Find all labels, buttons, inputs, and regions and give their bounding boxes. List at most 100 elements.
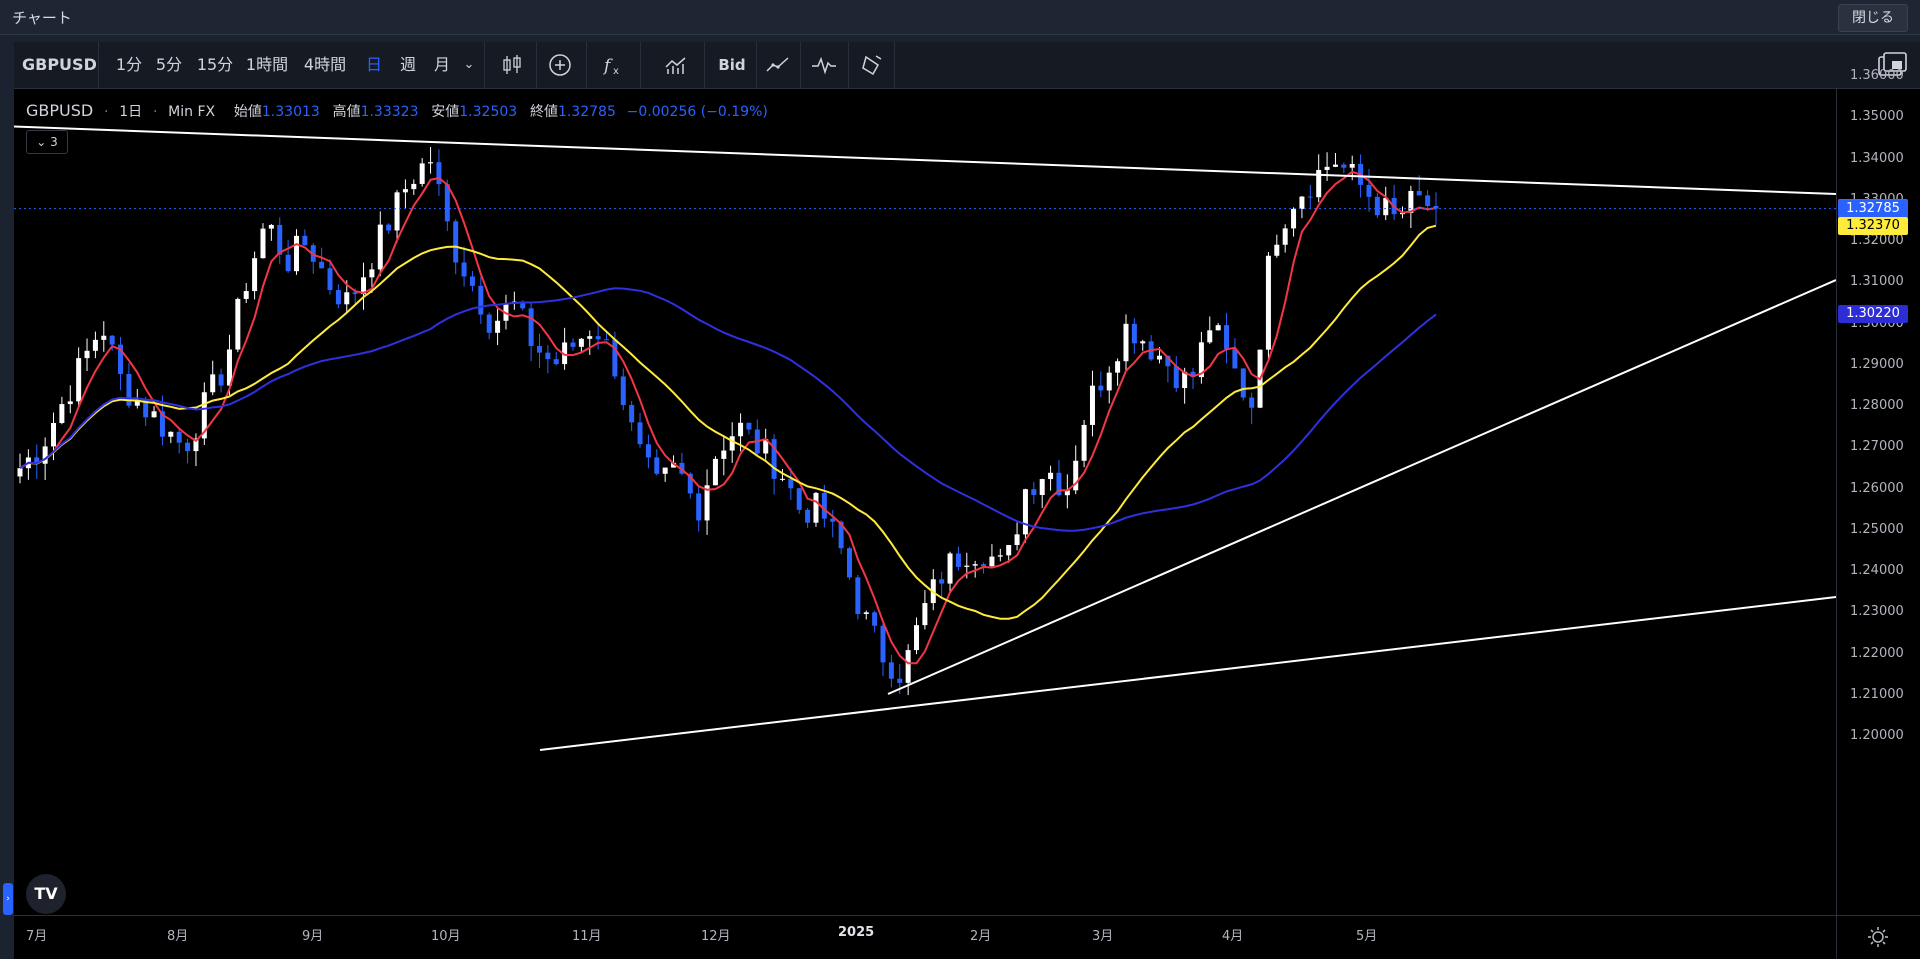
- candle-body: [51, 423, 57, 447]
- interval-1d[interactable]: 日: [362, 42, 386, 88]
- candle-body: [964, 565, 970, 567]
- bid-ask-button[interactable]: Bid: [712, 42, 752, 88]
- candle-body: [176, 431, 182, 443]
- symbol-button[interactable]: GBPUSD: [22, 42, 97, 88]
- interval-1M[interactable]: 月: [430, 42, 454, 88]
- price-tick: 1.29000: [1850, 356, 1904, 372]
- candle-body: [1115, 361, 1121, 373]
- interval-4h[interactable]: 4時間: [300, 42, 350, 88]
- time-tick: 7月: [26, 929, 48, 944]
- candle-body: [1106, 372, 1112, 391]
- time-tick: 11月: [572, 929, 602, 944]
- price-tick: 1.34000: [1850, 150, 1904, 166]
- candle-body: [17, 468, 23, 477]
- time-tick: 12月: [701, 929, 731, 944]
- candle-body: [1366, 184, 1372, 197]
- legend-close-label: 終値: [529, 104, 558, 120]
- legend-high-label: 高値: [332, 104, 361, 120]
- candle-body: [914, 625, 920, 651]
- candle-body: [872, 612, 878, 626]
- candle-body: [319, 261, 325, 269]
- time-tick: 8月: [167, 929, 189, 944]
- candle-body: [587, 336, 593, 339]
- candle-body: [1349, 164, 1355, 168]
- price-label: 1.30220: [1838, 305, 1908, 324]
- window-titlebar: チャート 閉じる: [0, 0, 1920, 35]
- interval-1m[interactable]: 1分: [112, 42, 146, 88]
- toolbar-divider: [484, 42, 485, 88]
- candle-body: [955, 553, 961, 567]
- chart-pane[interactable]: [14, 89, 1836, 915]
- candle-body: [905, 650, 911, 683]
- toolbar-divider: [640, 42, 641, 88]
- candle-body: [1332, 164, 1338, 167]
- candle-body: [218, 374, 224, 386]
- candle-body: [662, 467, 668, 474]
- candle-body: [1224, 325, 1230, 350]
- candle-body: [436, 162, 442, 185]
- window-title: チャート: [12, 9, 72, 27]
- price-tick: 1.28000: [1850, 398, 1904, 413]
- interval-5m[interactable]: 5分: [152, 42, 186, 88]
- close-button[interactable]: 閉じる: [1838, 4, 1908, 32]
- candle-body: [377, 224, 383, 270]
- candle-body: [243, 291, 249, 299]
- templates-icon[interactable]: [662, 51, 690, 79]
- legend-change: −0.00256 (−0.19%): [626, 104, 768, 120]
- candle-body: [67, 401, 73, 405]
- indicator-count: 3: [50, 135, 58, 149]
- interval-1w[interactable]: 週: [396, 42, 420, 88]
- candle-body: [84, 350, 90, 359]
- add-compare-icon[interactable]: [546, 51, 574, 79]
- svg-text:f: f: [602, 56, 613, 76]
- legend-dot: ·: [104, 104, 109, 120]
- toolbar-divider: [756, 42, 757, 88]
- time-tick: 4月: [1222, 929, 1244, 944]
- candle-body: [185, 442, 191, 452]
- candle-body: [469, 276, 475, 286]
- legend-collapse-button[interactable]: ⌄ 3: [26, 130, 68, 154]
- price-tick: 1.20000: [1850, 728, 1904, 743]
- interval-more-button[interactable]: ⌄: [460, 42, 478, 88]
- candle-body: [595, 336, 601, 340]
- candle-body: [428, 162, 434, 164]
- price-chart[interactable]: [14, 89, 1836, 915]
- indicators-icon[interactable]: f x: [600, 51, 628, 79]
- trend-line-icon[interactable]: [764, 51, 792, 79]
- legend-dot: ·: [152, 104, 158, 120]
- price-label: 1.32785: [1838, 199, 1908, 218]
- chart-legend: GBPUSD · 1日 · Min FX 始値1.33013 高値1.33323…: [26, 101, 768, 121]
- price-tick: 1.22000: [1850, 645, 1904, 661]
- candle-body: [1031, 489, 1037, 495]
- gear-icon[interactable]: [1867, 926, 1889, 948]
- toolbar-divider: [894, 42, 895, 88]
- moving-average-line: [19, 224, 1437, 620]
- price-tick: 1.21000: [1850, 686, 1904, 702]
- price-tick: 1.36000: [1850, 68, 1904, 83]
- candle-body: [863, 612, 869, 615]
- candle-body: [1131, 323, 1137, 344]
- candle-body: [1022, 489, 1028, 535]
- legend-low-label: 安値: [431, 104, 460, 120]
- candle-body: [411, 183, 417, 190]
- time-scale[interactable]: [14, 915, 1836, 959]
- time-tick: 2025: [838, 925, 875, 940]
- drawing-panel-toggle[interactable]: ›: [3, 883, 13, 915]
- interval-1h[interactable]: 1時間: [242, 42, 292, 88]
- candle-body: [922, 603, 928, 626]
- candle-body: [344, 292, 350, 305]
- toolbar-divider: [98, 42, 99, 88]
- candle-body: [1265, 255, 1271, 350]
- brush-icon[interactable]: [858, 51, 886, 79]
- candle-body: [327, 268, 333, 291]
- candle-body: [528, 308, 534, 346]
- pulse-icon[interactable]: [810, 51, 838, 79]
- candle-body: [1098, 385, 1104, 391]
- candle-body: [738, 422, 744, 437]
- candle-body: [1374, 196, 1380, 216]
- candles-icon[interactable]: [498, 51, 526, 79]
- interval-15m[interactable]: 15分: [194, 42, 236, 88]
- moving-average-line: [19, 170, 1437, 665]
- candle-body: [1324, 166, 1330, 170]
- tradingview-logo[interactable]: TV: [26, 874, 66, 914]
